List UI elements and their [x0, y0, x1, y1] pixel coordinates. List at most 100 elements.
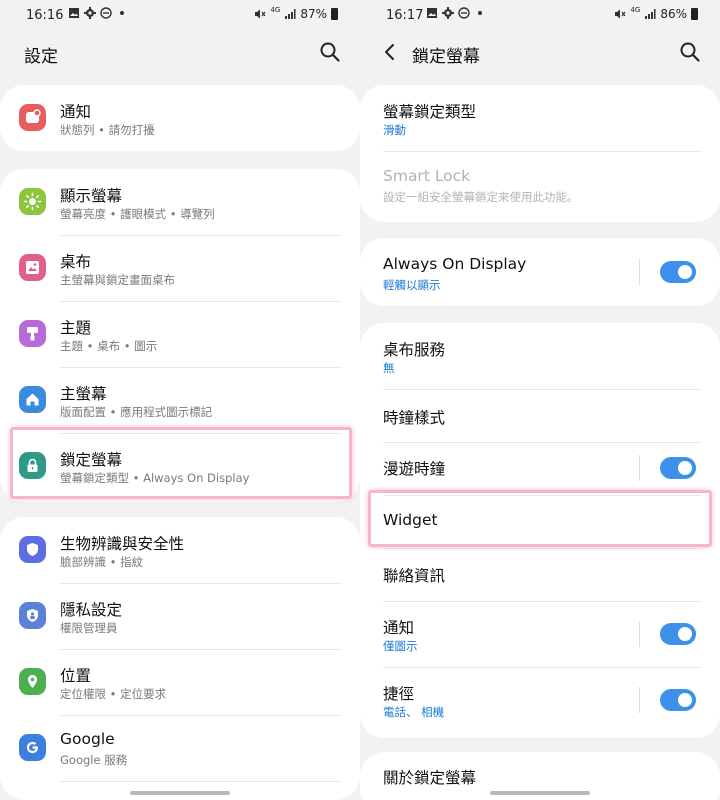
battery-icon — [691, 8, 698, 20]
setting-title: 捷徑 — [383, 685, 415, 703]
notification-icons — [68, 7, 128, 19]
page-title: 設定 — [24, 47, 58, 67]
setting-subtitle: 主螢幕與鎖定畫面桌布 — [60, 273, 175, 287]
setting-subtitle: 主題 • 桌布 • 圖示 — [60, 339, 158, 353]
setting-title: 顯示螢幕 — [60, 187, 123, 205]
setting-value: 僅圖示 — [383, 639, 418, 653]
setting-title: 漫遊時鐘 — [383, 460, 446, 478]
back-arrow-icon[interactable] — [378, 40, 402, 64]
lock-card-security: 螢幕鎖定類型 滑動 Smart Lock 設定一組安全螢幕鎖定來使用此功能。 — [360, 85, 720, 222]
setting-item-privacy[interactable]: 隱私設定 權限管理員 — [0, 583, 360, 649]
setting-item-roaming-clock[interactable]: 漫遊時鐘 — [360, 442, 720, 495]
setting-title: 隱私設定 — [60, 601, 123, 619]
setting-item-notifications[interactable]: 通知 狀態列 • 請勿打擾 — [0, 85, 360, 151]
setting-item-contact-info[interactable]: 聯絡資訊 — [360, 548, 720, 601]
setting-title: 關於鎖定螢幕 — [383, 769, 477, 787]
setting-title: 主螢幕 — [60, 385, 107, 403]
shortcuts-toggle[interactable] — [660, 689, 696, 711]
network-type: 4G — [270, 6, 281, 14]
setting-title: 主題 — [60, 319, 92, 337]
divider — [60, 781, 342, 782]
mute-icon — [255, 9, 266, 19]
setting-item-clock-style[interactable]: 時鐘樣式 — [360, 389, 720, 442]
setting-item-home-screen[interactable]: 主螢幕 版面配置 • 應用程式圖示標記 — [0, 367, 360, 433]
dot-icon — [120, 11, 124, 15]
image-icon — [427, 8, 437, 18]
dnd-icon — [100, 7, 112, 19]
setting-value: 電話、 相機 — [383, 705, 445, 719]
setting-subtitle: 輕觸以顯示 — [383, 278, 441, 292]
wallpaper-icon — [19, 254, 46, 281]
app-bar: 鎖定螢幕 — [360, 32, 720, 76]
setting-item-location[interactable]: 位置 定位權限 • 定位要求 — [0, 649, 360, 715]
highlight-lock-screen — [10, 427, 352, 499]
setting-subtitle: 狀態列 • 請勿打擾 — [60, 123, 155, 137]
setting-item-wallpaper-services[interactable]: 桌布服務 無 — [360, 323, 720, 389]
setting-item-google[interactable]: Google Google 服務 — [0, 715, 360, 781]
gear-icon — [442, 7, 454, 19]
network-type: 4G — [630, 6, 641, 14]
battery-icon — [331, 8, 338, 20]
notifications-toggle[interactable] — [660, 623, 696, 645]
setting-title: 聯絡資訊 — [383, 567, 446, 585]
status-time: 16:16 — [26, 8, 64, 23]
sun-icon — [19, 188, 46, 215]
setting-item-biometrics[interactable]: 生物辨識與安全性 臉部辨識 • 指紋 — [0, 517, 360, 583]
status-bar: 16:17 4G 86% — [360, 0, 720, 32]
setting-title: 桌布 — [60, 253, 92, 271]
setting-subtitle: 臉部辨識 • 指紋 — [60, 555, 144, 569]
setting-title: Smart Lock — [383, 167, 471, 185]
dot-icon — [478, 11, 482, 15]
status-time: 16:17 — [386, 8, 424, 23]
mute-icon — [615, 9, 626, 19]
setting-title: 時鐘樣式 — [383, 409, 446, 427]
signal-icon — [285, 9, 296, 19]
search-icon[interactable] — [678, 40, 702, 64]
setting-item-screen-lock-type[interactable]: 螢幕鎖定類型 滑動 — [360, 85, 720, 151]
setting-title: 通知 — [383, 619, 415, 637]
aod-toggle[interactable] — [660, 261, 696, 283]
location-pin-icon — [19, 668, 46, 695]
setting-subtitle: 權限管理員 — [60, 621, 118, 635]
divider — [639, 259, 640, 285]
lock-screen-settings: 16:17 4G 86% 鎖定螢幕 螢幕鎖定類型 滑動 Smart Lock 設… — [360, 0, 720, 800]
roaming-clock-toggle[interactable] — [660, 457, 696, 479]
gesture-nav-bar[interactable] — [490, 791, 590, 795]
divider — [639, 621, 640, 647]
setting-item-smart-lock: Smart Lock 設定一組安全螢幕鎖定來使用此功能。 — [360, 151, 720, 217]
setting-item-notifications[interactable]: 通知 僅圖示 — [360, 601, 720, 667]
lock-card-aod: Always On Display 輕觸以顯示 — [360, 238, 720, 306]
setting-item-wallpaper[interactable]: 桌布 主螢幕與鎖定畫面桌布 — [0, 235, 360, 301]
battery-percent: 86% — [660, 7, 687, 21]
home-icon — [19, 386, 46, 413]
setting-title: 生物辨識與安全性 — [60, 535, 185, 553]
setting-subtitle: 定位權限 • 定位要求 — [60, 687, 167, 701]
setting-item-themes[interactable]: 主題 主題 • 桌布 • 圖示 — [0, 301, 360, 367]
notification-icons — [426, 7, 486, 19]
setting-title: 位置 — [60, 667, 92, 685]
setting-title: Always On Display — [383, 255, 527, 273]
setting-title: 通知 — [60, 103, 92, 121]
setting-value: 無 — [383, 361, 395, 375]
page-title: 鎖定螢幕 — [412, 47, 480, 67]
gear-icon — [84, 7, 96, 19]
setting-item-display[interactable]: 顯示螢幕 螢幕亮度 • 護眼模式 • 導覽列 — [0, 169, 360, 235]
battery-percent: 87% — [300, 7, 327, 21]
setting-item-always-on-display[interactable]: Always On Display 輕觸以顯示 — [360, 238, 720, 306]
setting-title: 螢幕鎖定類型 — [383, 103, 477, 121]
dnd-icon — [458, 7, 470, 19]
theme-brush-icon — [19, 320, 46, 347]
highlight-widget — [368, 490, 712, 547]
gesture-nav-bar[interactable] — [130, 791, 230, 795]
signal-icon — [645, 9, 656, 19]
settings-card-security: 生物辨識與安全性 臉部辨識 • 指紋 隱私設定 權限管理員 位置 定位權限 • … — [0, 517, 360, 800]
bell-icon — [19, 104, 46, 131]
setting-item-shortcuts[interactable]: 捷徑 電話、 相機 — [360, 667, 720, 733]
search-icon[interactable] — [318, 40, 342, 64]
setting-subtitle: 版面配置 • 應用程式圖示標記 — [60, 405, 213, 419]
setting-subtitle: 螢幕亮度 • 護眼模式 • 導覽列 — [60, 207, 215, 221]
settings-card-notifications: 通知 狀態列 • 請勿打擾 — [0, 85, 360, 151]
privacy-shield-icon — [19, 602, 46, 629]
setting-subtitle: 設定一組安全螢幕鎖定來使用此功能。 — [383, 190, 579, 204]
image-icon — [69, 8, 79, 18]
